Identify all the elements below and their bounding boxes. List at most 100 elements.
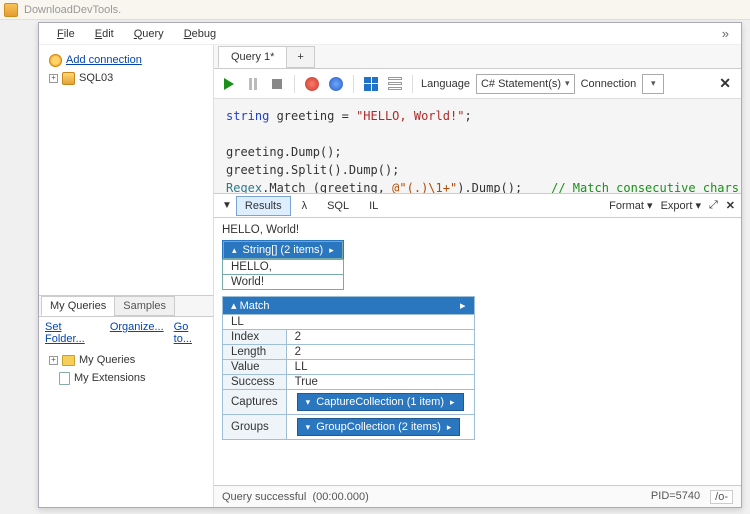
stop-button[interactable]: [268, 75, 286, 93]
menu-edit[interactable]: Edit: [85, 25, 124, 43]
grid-icon: [364, 77, 378, 91]
row-key: Success: [223, 375, 287, 390]
stop-icon: [272, 79, 282, 89]
results-tab-sql[interactable]: SQL: [318, 196, 358, 216]
pause-button[interactable]: [244, 75, 262, 93]
chevron-down-icon: ▾: [695, 200, 701, 212]
tab-add[interactable]: +: [286, 46, 314, 68]
connection-item[interactable]: + SQL03: [45, 69, 207, 87]
menubar: File Edit Query Debug »: [39, 23, 741, 45]
arrow-right-icon: ▸: [447, 422, 452, 433]
format-dropdown[interactable]: Format ▾: [609, 199, 652, 212]
chevron-down-icon: ▾: [647, 200, 653, 212]
play-icon: [224, 78, 234, 90]
row-key: Value: [223, 360, 287, 375]
menu-overflow[interactable]: »: [718, 26, 733, 41]
editor-tabs: Query 1* +: [214, 45, 741, 69]
tab-query1[interactable]: Query 1*: [218, 46, 287, 68]
connection-label: SQL03: [79, 72, 113, 84]
status-time: (00:00.000): [313, 491, 369, 503]
status-opt[interactable]: /o-: [710, 490, 733, 504]
match-table: ▴ Match▸ LL Index2 Length2 ValueLL Succe…: [222, 296, 475, 440]
expander-icon[interactable]: +: [49, 74, 58, 83]
results-tab-il[interactable]: IL: [360, 196, 387, 216]
layout-rows-button[interactable]: [386, 75, 404, 93]
row-val: 2: [286, 345, 474, 360]
folder-label: My Queries: [79, 354, 135, 366]
connection-label: Connection: [581, 78, 637, 90]
menu-debug[interactable]: Debug: [174, 25, 226, 43]
arrow-right-icon: ▸: [460, 299, 466, 312]
run-button[interactable]: [220, 75, 238, 93]
match-header[interactable]: ▴ Match▸: [223, 297, 475, 315]
main-area: Query 1* + Language C# Statement(s) ▾: [214, 45, 741, 507]
file-icon: [59, 372, 70, 385]
arrow-right-icon: ▸: [329, 245, 334, 256]
app-title-text: DownloadDevTools.: [24, 4, 121, 16]
results-toolbar: ▼ Results λ SQL IL Format ▾ Export ▾ ⤢ ✕: [214, 194, 741, 218]
group-collection-chip[interactable]: ▾GroupCollection (2 items)▸: [297, 418, 461, 436]
add-connection-row[interactable]: Add connection: [45, 51, 207, 69]
set-folder-link[interactable]: Set Folder...: [45, 321, 100, 345]
results-tab-results[interactable]: Results: [236, 196, 291, 216]
connections-tree: Add connection + SQL03: [39, 45, 213, 295]
match-text: LL: [223, 315, 475, 330]
layout-grid-button[interactable]: [362, 75, 380, 93]
rows-icon: [388, 77, 402, 91]
result-greeting: HELLO, World!: [222, 224, 733, 236]
add-connection-link[interactable]: Add connection: [66, 54, 142, 66]
string-array-table: ▴String[] (2 items)▸ HELLO, World!: [222, 240, 344, 290]
language-combo[interactable]: C# Statement(s) ▾: [476, 74, 575, 94]
debug-blue-button[interactable]: [327, 75, 345, 93]
code-editor[interactable]: string greeting = "HELLO, World!"; greet…: [214, 99, 741, 194]
status-bar: Query successful (00:00.000) PID=5740 /o…: [214, 485, 741, 507]
table-cell: HELLO,: [223, 260, 344, 275]
database-icon: [62, 72, 75, 85]
main-window: File Edit Query Debug » Add connection +…: [38, 22, 742, 508]
results-tab-lambda[interactable]: λ: [293, 196, 317, 216]
results-pane[interactable]: HELLO, World! ▴String[] (2 items)▸ HELLO…: [214, 218, 741, 485]
collapse-icon[interactable]: ▼: [220, 200, 234, 211]
table-header[interactable]: ▴String[] (2 items)▸: [223, 241, 343, 259]
close-button[interactable]: ✕: [715, 75, 735, 92]
folder-icon: [62, 355, 75, 366]
separator: [353, 75, 354, 93]
row-val: ▾CaptureCollection (1 item)▸: [286, 390, 474, 415]
sidebar-tabs: My Queries Samples: [39, 295, 213, 317]
bug-red-icon: [305, 77, 319, 91]
organize-link[interactable]: Organize...: [110, 321, 164, 345]
language-value: C# Statement(s): [481, 78, 561, 90]
bug-blue-icon: [329, 77, 343, 91]
arrow-right-icon: ▸: [450, 397, 455, 408]
expand-icon[interactable]: ⤢: [709, 199, 718, 212]
menu-query[interactable]: Query: [124, 25, 174, 43]
goto-link[interactable]: Go to...: [174, 321, 207, 345]
chevron-down-icon: ▾: [651, 78, 656, 89]
menu-file[interactable]: File: [47, 25, 85, 43]
connection-combo[interactable]: ▾: [642, 74, 664, 94]
file-label: My Extensions: [74, 372, 146, 384]
add-connection-icon: [49, 54, 62, 67]
editor-toolbar: Language C# Statement(s) ▾ Connection ▾ …: [214, 69, 741, 99]
expand-icon: ▾: [306, 422, 311, 433]
app-logo-icon: [4, 3, 18, 17]
app-titlebar: DownloadDevTools.: [0, 0, 750, 20]
row-key: Length: [223, 345, 287, 360]
table-cell: World!: [223, 275, 344, 290]
close-results-button[interactable]: ✕: [726, 199, 735, 212]
export-dropdown[interactable]: Export ▾: [661, 199, 701, 212]
queries-tree: + My Queries My Extensions: [39, 349, 213, 389]
capture-collection-chip[interactable]: ▾CaptureCollection (1 item)▸: [297, 393, 464, 411]
expand-icon: ▾: [306, 397, 311, 408]
tab-samples[interactable]: Samples: [114, 296, 175, 316]
row-val: 2: [286, 330, 474, 345]
row-key: Groups: [223, 415, 287, 440]
expander-icon[interactable]: +: [49, 356, 58, 365]
queries-folder[interactable]: + My Queries: [45, 351, 207, 369]
pause-icon: [249, 78, 257, 90]
extensions-item[interactable]: My Extensions: [45, 369, 207, 387]
row-key: Index: [223, 330, 287, 345]
tab-my-queries[interactable]: My Queries: [41, 296, 115, 316]
status-msg: Query successful: [222, 491, 306, 503]
debug-red-button[interactable]: [303, 75, 321, 93]
